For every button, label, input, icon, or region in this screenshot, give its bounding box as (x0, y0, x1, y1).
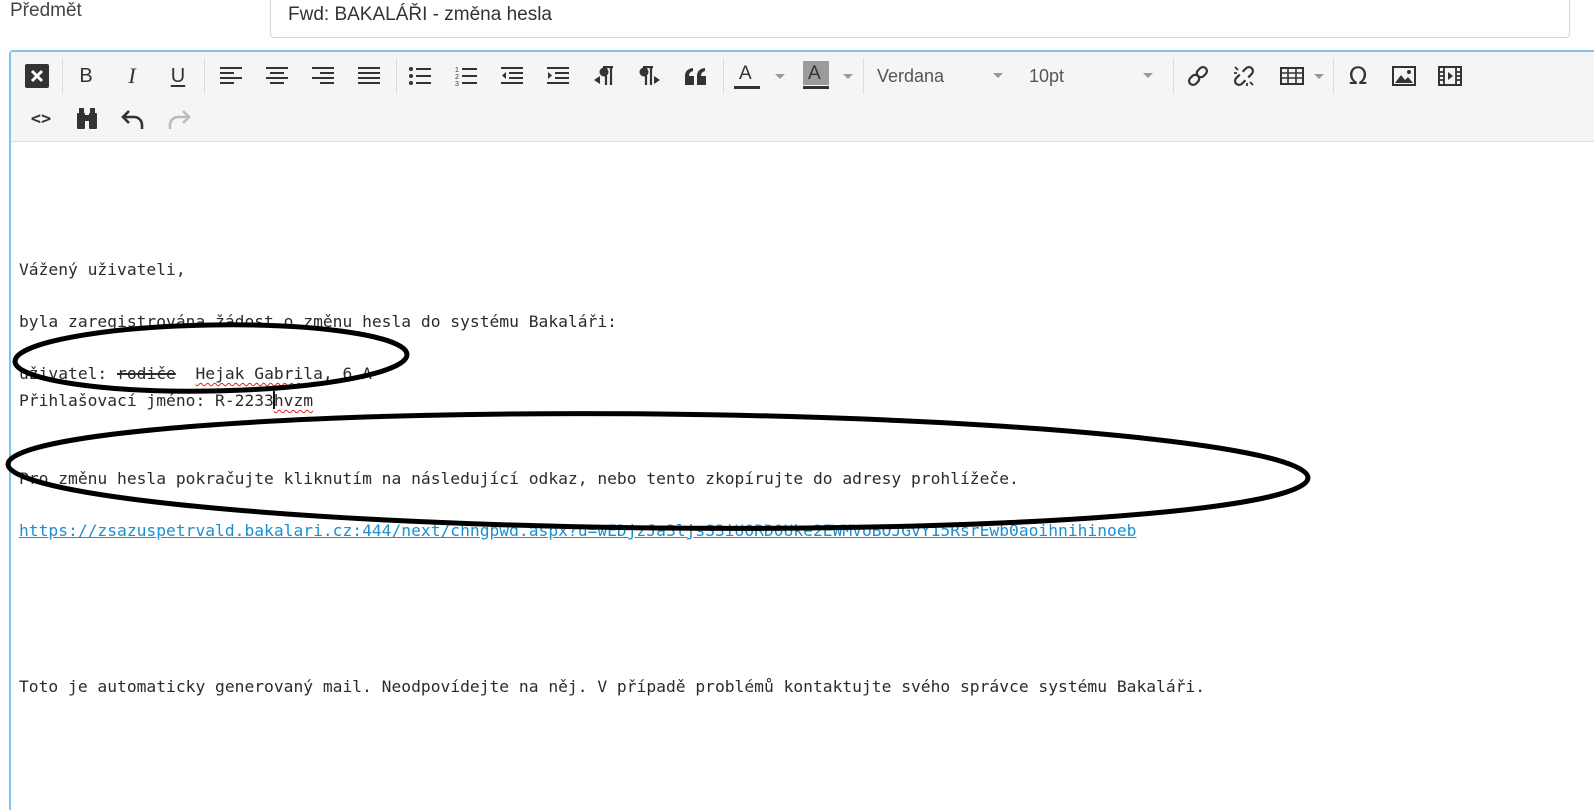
rtl-paragraph-icon[interactable] (587, 59, 621, 93)
subject-input[interactable]: Fwd: BAKALÁŘI - změna hesla (270, 0, 1570, 38)
undo-icon[interactable] (116, 102, 150, 136)
editor-content[interactable]: Vážený uživateli, byla zaregistrována žá… (19, 142, 1594, 810)
login-suffix: hvzm (273, 391, 314, 410)
unlink-icon[interactable] (1227, 59, 1261, 93)
struck-text: rodiče (117, 364, 176, 383)
special-character-icon[interactable]: Ω (1341, 59, 1375, 93)
indent-icon[interactable] (541, 59, 575, 93)
bold-label: B (79, 65, 93, 87)
align-right-icon[interactable] (306, 59, 340, 93)
rich-text-editor: B I U 123 A A Verdana 10pt Ω <> Vážený u… (9, 50, 1594, 810)
image-icon[interactable] (1387, 59, 1421, 93)
blockquote-icon[interactable] (679, 59, 713, 93)
chevron-down-icon (1143, 73, 1153, 78)
login-line: Přihlašovací jméno: R-2233hvzm (19, 391, 314, 410)
source-code-button[interactable]: <> (24, 102, 58, 136)
justify-icon[interactable] (352, 59, 386, 93)
font-family-select[interactable]: Verdana (877, 62, 1012, 90)
media-icon[interactable] (1433, 59, 1467, 93)
reset-password-link[interactable]: https://zsazuspetrvald.bakalari.cz:444/n… (19, 521, 1136, 540)
editor-toolbar: B I U 123 A A Verdana 10pt Ω <> (11, 52, 1594, 142)
clear-formatting-icon[interactable] (20, 59, 54, 93)
source-code-label: <> (30, 109, 52, 129)
align-left-icon[interactable] (214, 59, 248, 93)
background-color-icon[interactable]: A (799, 59, 833, 93)
font-size-select[interactable]: 10pt (1029, 62, 1169, 90)
font-size-value: 10pt (1029, 65, 1065, 86)
redo-icon[interactable] (162, 102, 196, 136)
font-family-value: Verdana (877, 65, 945, 86)
find-replace-icon[interactable] (70, 102, 104, 136)
svg-text:2: 2 (455, 74, 459, 81)
ltr-paragraph-icon[interactable] (633, 59, 667, 93)
svg-text:3: 3 (455, 81, 459, 86)
user-line: uživatel: rodiče Hejak Gabrila, 6.A (19, 364, 372, 383)
chevron-down-icon (993, 73, 1003, 78)
numbered-list-icon[interactable]: 123 (449, 59, 483, 93)
underline-button[interactable]: U (161, 59, 195, 93)
table-icon[interactable] (1275, 59, 1309, 93)
svg-text:1: 1 (455, 67, 459, 74)
special-char-label: Ω (1348, 62, 1368, 90)
bold-button[interactable]: B (69, 59, 103, 93)
italic-button[interactable]: I (115, 59, 149, 93)
text-color-label: A (739, 63, 752, 84)
italic-label: I (128, 63, 136, 88)
intro-line: byla zaregistrována žádost o změnu hesla… (19, 312, 617, 331)
table-dropdown-icon[interactable] (1314, 74, 1324, 79)
bullet-list-icon[interactable] (403, 59, 437, 93)
instruction-line: Pro změnu hesla pokračujte kliknutím na … (19, 469, 1019, 488)
greeting-line: Vážený uživateli, (19, 260, 186, 279)
outdent-icon[interactable] (495, 59, 529, 93)
text-color-icon[interactable]: A (730, 59, 764, 93)
user-name: Hejak Gabrila (195, 364, 323, 383)
text-color-dropdown-icon[interactable] (775, 74, 785, 79)
background-color-dropdown-icon[interactable] (843, 74, 853, 79)
footer-line: Toto je automaticky generovaný mail. Neo… (19, 677, 1206, 696)
underline-label: U (170, 65, 186, 87)
align-center-icon[interactable] (260, 59, 294, 93)
subject-label: Předmět (10, 0, 82, 21)
bg-color-label: A (808, 63, 821, 84)
link-icon[interactable] (1181, 59, 1215, 93)
